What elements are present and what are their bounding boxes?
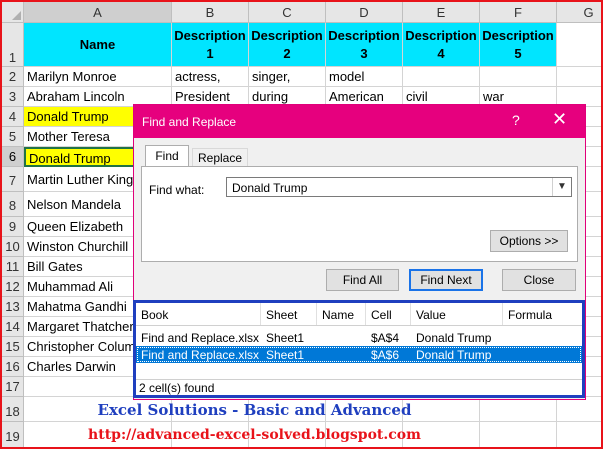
cell-g11[interactable] <box>586 257 601 277</box>
row-header-1[interactable]: 1 <box>2 23 24 67</box>
cell-g2[interactable] <box>557 67 601 87</box>
result-sheet: Sheet1 <box>266 331 305 345</box>
cell-c2[interactable]: singer, <box>249 67 326 87</box>
footer-url: http://advanced-excel-solved.blogspot.co… <box>88 427 421 443</box>
cell-g10[interactable] <box>586 237 601 257</box>
find-what-value: Donald Trump <box>232 181 308 195</box>
cell-f1[interactable]: Description 5 <box>480 23 557 67</box>
row-header-15[interactable]: 15 <box>2 337 24 357</box>
column-header-c[interactable]: C <box>249 2 326 23</box>
help-icon[interactable]: ? <box>512 112 520 128</box>
cell-g14[interactable] <box>586 317 601 337</box>
column-header-g[interactable]: G <box>557 2 601 23</box>
cell-g6[interactable] <box>586 147 601 167</box>
cell-b2[interactable]: actress, <box>172 67 249 87</box>
find-panel: Find what: Donald Trump ▼ Options >> <box>141 166 578 262</box>
cell-e1[interactable]: Description 4 <box>403 23 480 67</box>
column-header-d[interactable]: D <box>326 2 403 23</box>
cell-d2[interactable]: model <box>326 67 403 87</box>
col-value[interactable]: Value <box>416 308 446 322</box>
row-header-10[interactable]: 10 <box>2 237 24 257</box>
find-what-label: Find what: <box>149 183 205 197</box>
col-cell[interactable]: Cell <box>371 308 392 322</box>
cell-g8[interactable] <box>586 192 601 217</box>
col-book[interactable]: Book <box>141 308 168 322</box>
row-header-6[interactable]: 6 <box>2 147 24 167</box>
result-book: Find and Replace.xlsx <box>141 331 260 345</box>
cell-c1[interactable]: Description 2 <box>249 23 326 67</box>
cell-b1[interactable]: Description 1 <box>172 23 249 67</box>
tab-find[interactable]: Find <box>145 145 189 167</box>
cell-g16[interactable] <box>586 357 601 377</box>
cell-g17[interactable] <box>586 377 601 397</box>
result-value: Donald Trump <box>416 348 492 362</box>
cell-a1[interactable]: Name <box>24 23 172 67</box>
row-header-3[interactable]: 3 <box>2 87 24 107</box>
cell-g9[interactable] <box>586 217 601 237</box>
cell-g19[interactable] <box>557 422 601 447</box>
cell-g7[interactable] <box>586 167 601 192</box>
row-header-17[interactable]: 17 <box>2 377 24 397</box>
cell-d1[interactable]: Description 3 <box>326 23 403 67</box>
row-header-16[interactable]: 16 <box>2 357 24 377</box>
results-list: Book Sheet Name Cell Value Formula Find … <box>133 300 585 398</box>
dialog-title: Find and Replace <box>142 115 237 129</box>
row-header-8[interactable]: 8 <box>2 192 24 217</box>
row-header-11[interactable]: 11 <box>2 257 24 277</box>
cell-a2[interactable]: Marilyn Monroe <box>24 67 172 87</box>
status-text: 2 cell(s) found <box>139 381 215 395</box>
row-header-14[interactable]: 14 <box>2 317 24 337</box>
result-book: Find and Replace.xlsx <box>141 348 260 362</box>
tab-replace[interactable]: Replace <box>192 148 248 167</box>
find-next-button[interactable]: Find Next <box>409 269 483 291</box>
cell-g1[interactable] <box>557 23 601 67</box>
find-all-button[interactable]: Find All <box>326 269 399 291</box>
col-name[interactable]: Name <box>322 308 354 322</box>
row-header-9[interactable]: 9 <box>2 217 24 237</box>
result-value: Donald Trump <box>416 331 492 345</box>
cell-e2[interactable] <box>403 67 480 87</box>
row-header-12[interactable]: 12 <box>2 277 24 297</box>
status-bar: 2 cell(s) found <box>136 379 582 396</box>
row-header-2[interactable]: 2 <box>2 67 24 87</box>
row-header-5[interactable]: 5 <box>2 127 24 147</box>
result-cell: $A$6 <box>371 348 400 362</box>
result-cell: $A$4 <box>371 331 400 345</box>
column-header-b[interactable]: B <box>172 2 249 23</box>
cell-g5[interactable] <box>586 127 601 147</box>
cell-g15[interactable] <box>586 337 601 357</box>
col-sheet[interactable]: Sheet <box>266 308 297 322</box>
column-header-f[interactable]: F <box>480 2 557 23</box>
excel-window: A B C D E F G 1 2 3 4 5 6 7 8 9 10 11 12… <box>0 0 603 449</box>
column-header-a[interactable]: A <box>24 2 172 23</box>
row-header-13[interactable]: 13 <box>2 297 24 317</box>
footer-title: Excel Solutions - Basic and Advanced <box>97 401 412 419</box>
options-button[interactable]: Options >> <box>490 230 568 252</box>
select-all-corner[interactable] <box>2 2 24 23</box>
chevron-down-icon[interactable]: ▼ <box>552 178 571 196</box>
cell-f2[interactable] <box>480 67 557 87</box>
row-header-4[interactable]: 4 <box>2 107 24 127</box>
close-button[interactable]: Close <box>502 269 576 291</box>
results-header: Book Sheet Name Cell Value Formula <box>136 303 582 326</box>
row-header-7[interactable]: 7 <box>2 167 24 192</box>
cell-g13[interactable] <box>586 297 601 317</box>
dialog-titlebar[interactable]: Find and Replace ? ✕ <box>134 105 585 138</box>
close-icon[interactable]: ✕ <box>552 109 567 130</box>
cell-g4[interactable] <box>586 107 601 127</box>
result-row[interactable]: Find and Replace.xlsx Sheet1 $A$4 Donald… <box>136 329 582 346</box>
cell-g18[interactable] <box>557 397 601 422</box>
find-what-input[interactable]: Donald Trump ▼ <box>226 177 572 197</box>
cell-g12[interactable] <box>586 277 601 297</box>
col-formula[interactable]: Formula <box>508 308 552 322</box>
result-row-selected[interactable]: Find and Replace.xlsx Sheet1 $A$6 Donald… <box>136 346 582 363</box>
column-header-e[interactable]: E <box>403 2 480 23</box>
result-sheet: Sheet1 <box>266 348 305 362</box>
